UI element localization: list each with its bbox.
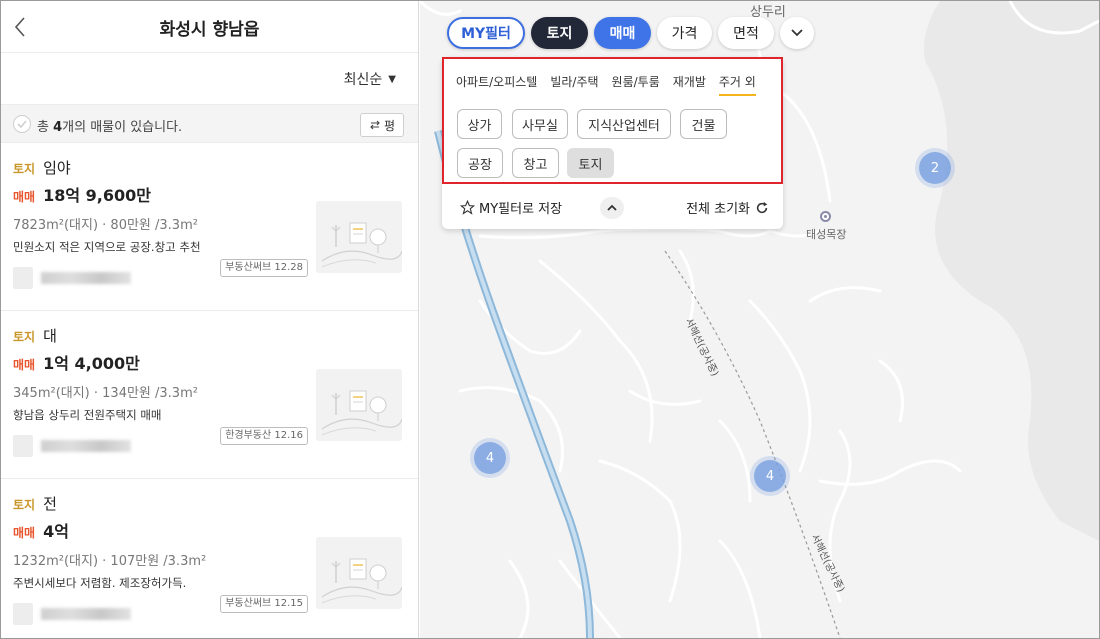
type-factory-button[interactable]: 공장: [457, 148, 503, 178]
chevron-up-icon[interactable]: [600, 197, 624, 219]
type-warehouse-button[interactable]: 창고: [512, 148, 559, 178]
agent-name-blurred: [41, 272, 131, 284]
listing-thumbnail: [316, 201, 402, 273]
listing-thumbnail: [316, 369, 402, 441]
tab-redevelopment[interactable]: 재개발: [673, 73, 706, 96]
deal-type-tag: 매매: [13, 190, 36, 204]
type-land-button[interactable]: 토지: [567, 148, 614, 178]
agent-name-blurred: [41, 440, 131, 452]
type-office-button[interactable]: 사무실: [512, 109, 568, 139]
deal-type-tag: 매매: [13, 526, 36, 540]
source-badge: 부동산써브 12.15: [220, 595, 308, 613]
refresh-icon: [756, 201, 768, 213]
source-badge: 한경부동산 12.16: [220, 427, 308, 445]
unit-toggle-button[interactable]: 평: [360, 113, 404, 137]
tab-villa[interactable]: 빌라/주택: [550, 73, 598, 96]
star-icon: [460, 200, 475, 215]
listing-thumbnail: [316, 537, 402, 609]
reset-all-button[interactable]: 전체 초기화: [686, 198, 769, 217]
property-type-tag: 토지: [13, 498, 36, 512]
swap-icon: [370, 120, 380, 130]
agent-avatar: [13, 267, 33, 289]
type-store-button[interactable]: 상가: [457, 109, 502, 139]
map-cluster-marker[interactable]: 4: [754, 460, 786, 492]
page-title: 화성시 향남읍: [159, 20, 260, 40]
caret-down-icon: ▼: [388, 73, 396, 85]
sort-label: 최신순: [343, 72, 383, 88]
listing-price: 4억: [43, 522, 69, 541]
listing-card[interactable]: 토지 대 매매 1억 4,000만 345m²(대지) · 134만원 /3.3…: [1, 311, 418, 479]
reset-all-label: 전체 초기화: [686, 202, 750, 217]
map-canvas[interactable]: 상두리 태성목장 서해선(공사중) 서해선(공사중) 2 4 4 MY필터 토지…: [420, 1, 1099, 638]
panel-header: 화성시 향남읍: [1, 1, 418, 53]
listing-card[interactable]: 토지 임야 매매 18억 9,600만 7823m²(대지) · 80만원 /3…: [1, 143, 418, 311]
sort-dropdown[interactable]: 최신순 ▼: [344, 69, 396, 89]
category-tabs: 아파트/오피스텔 빌라/주택 원룸/투룸 재개발 주거 외: [456, 73, 756, 96]
sort-row: 최신순 ▼: [1, 53, 418, 105]
source-badge: 부동산써브 12.28: [220, 259, 308, 277]
property-type-tag: 토지: [13, 330, 36, 344]
count-value: 4: [53, 120, 63, 135]
deal-type-chip[interactable]: 매매: [594, 17, 651, 49]
listing-card[interactable]: 토지 전 매매 4억 1232m²(대지) · 107만원 /3.3m² 주변시…: [1, 479, 418, 638]
chevron-down-icon[interactable]: [780, 17, 814, 49]
deal-type-tag: 매매: [13, 358, 36, 372]
filter-panel-footer: MY필터로 저장 전체 초기화: [442, 184, 783, 229]
my-filter-button[interactable]: MY필터: [447, 17, 525, 49]
agent-avatar: [13, 603, 33, 625]
result-count-bar: 총 4개의 매물이 있습니다. 평: [1, 105, 418, 143]
area-filter-chip[interactable]: 면적: [718, 17, 774, 49]
place-label-taeseong: 태성목장: [806, 228, 847, 241]
count-suffix: 개의 매물이 있습니다.: [62, 120, 183, 135]
listing-price: 1억 4,000만: [43, 354, 140, 373]
land-category: 전: [43, 495, 57, 513]
count-prefix: 총: [37, 120, 54, 135]
check-icon[interactable]: [13, 115, 31, 133]
save-my-filter-label: MY필터로 저장: [479, 202, 563, 217]
agent-name-blurred: [41, 608, 131, 620]
property-type-chip[interactable]: 토지: [531, 17, 588, 49]
listing-panel: 화성시 향남읍 최신순 ▼ 총 4개의 매물이 있습니다. 평 토지 임야 매매…: [1, 1, 419, 638]
tab-oneroom[interactable]: 원룸/투룸: [612, 73, 660, 96]
save-my-filter-button[interactable]: MY필터로 저장: [460, 198, 562, 217]
result-count-text: 총 4개의 매물이 있습니다.: [37, 116, 182, 135]
map-cluster-marker[interactable]: 4: [474, 442, 506, 474]
property-type-filter-panel: 아파트/오피스텔 빌라/주택 원룸/투룸 재개발 주거 외 상가 사무실 지식산…: [442, 57, 783, 229]
tab-non-residential[interactable]: 주거 외: [718, 73, 756, 96]
listing-price: 18억 9,600만: [43, 186, 151, 205]
type-building-button[interactable]: 건물: [680, 109, 727, 139]
type-knowledge-center-button[interactable]: 지식산업센터: [577, 109, 671, 139]
land-category: 대: [43, 327, 57, 345]
price-filter-chip[interactable]: 가격: [657, 17, 712, 49]
map-cluster-marker[interactable]: 2: [919, 152, 951, 184]
tab-apartment[interactable]: 아파트/오피스텔: [456, 73, 537, 96]
place-marker-icon[interactable]: [820, 211, 831, 222]
unit-toggle-label: 평: [383, 118, 396, 133]
property-type-tag: 토지: [13, 162, 36, 176]
agent-avatar: [13, 435, 33, 457]
land-category: 임야: [43, 159, 71, 177]
